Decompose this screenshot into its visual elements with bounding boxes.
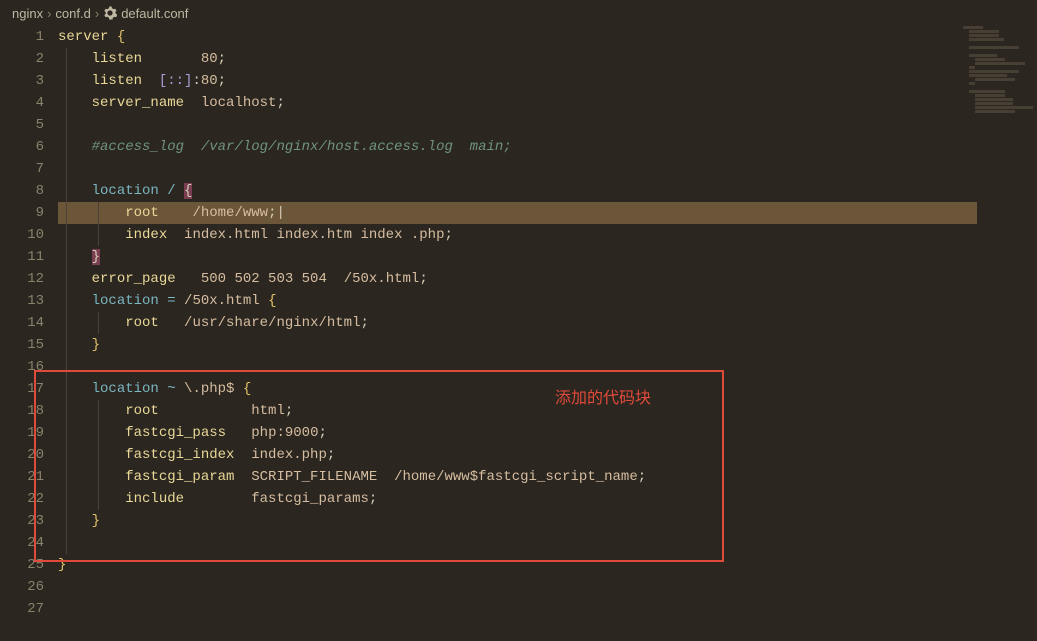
code-line[interactable] — [58, 114, 977, 136]
code-line[interactable]: error_page 500 502 503 504 /50x.html; — [58, 268, 977, 290]
line-number[interactable]: 15 — [0, 334, 44, 356]
code-line[interactable] — [58, 576, 977, 598]
code-line[interactable]: } — [58, 334, 977, 356]
code-line[interactable]: location = /50x.html { — [58, 290, 977, 312]
breadcrumb-seg-2[interactable]: conf.d — [55, 6, 90, 21]
code-line[interactable]: } — [58, 554, 977, 576]
code-line[interactable]: server_name localhost; — [58, 92, 977, 114]
line-number[interactable]: 13 — [0, 290, 44, 312]
code-line[interactable]: include fastcgi_params; — [58, 488, 977, 510]
line-number[interactable]: 12 — [0, 268, 44, 290]
code-line[interactable]: fastcgi_index index.php; — [58, 444, 977, 466]
code-line[interactable]: fastcgi_param SCRIPT_FILENAME /home/www$… — [58, 466, 977, 488]
chevron-right-icon: › — [47, 6, 51, 21]
line-number[interactable]: 19 — [0, 422, 44, 444]
code-line[interactable]: root html; — [58, 400, 977, 422]
line-number[interactable]: 16 — [0, 356, 44, 378]
code-line[interactable]: fastcgi_pass php:9000; — [58, 422, 977, 444]
code-line[interactable] — [58, 532, 977, 554]
minimap[interactable] — [957, 26, 1037, 116]
line-number[interactable]: 9 — [0, 202, 44, 224]
code-line[interactable] — [58, 598, 977, 620]
line-number[interactable]: 18 — [0, 400, 44, 422]
breadcrumb-seg-1[interactable]: nginx — [12, 6, 43, 21]
code-line[interactable]: } — [58, 510, 977, 532]
line-number[interactable]: 11 — [0, 246, 44, 268]
code-line[interactable]: } — [58, 246, 977, 268]
line-number[interactable]: 25 — [0, 554, 44, 576]
line-number[interactable]: 4 — [0, 92, 44, 114]
gear-icon — [103, 6, 117, 20]
code-line[interactable]: index index.html index.htm index .php; — [58, 224, 977, 246]
line-number[interactable]: 7 — [0, 158, 44, 180]
code-line[interactable]: root /home/www;| — [58, 202, 977, 224]
code-line[interactable]: listen 80; — [58, 48, 977, 70]
breadcrumb[interactable]: nginx › conf.d › default.conf — [0, 0, 1037, 26]
line-number[interactable]: 27 — [0, 598, 44, 620]
code-content[interactable]: server { listen 80; listen [::]:80; serv… — [58, 26, 1037, 641]
chevron-right-icon: › — [95, 6, 99, 21]
line-number[interactable]: 2 — [0, 48, 44, 70]
line-number[interactable]: 1 — [0, 26, 44, 48]
line-number[interactable]: 5 — [0, 114, 44, 136]
breadcrumb-seg-3[interactable]: default.conf — [121, 6, 188, 21]
line-number[interactable]: 8 — [0, 180, 44, 202]
line-number[interactable]: 22 — [0, 488, 44, 510]
line-number[interactable]: 3 — [0, 70, 44, 92]
line-number[interactable]: 10 — [0, 224, 44, 246]
line-number[interactable]: 21 — [0, 466, 44, 488]
line-number[interactable]: 24 — [0, 532, 44, 554]
editor-area[interactable]: 1234567891011121314151617181920212223242… — [0, 26, 1037, 641]
code-line[interactable] — [58, 158, 977, 180]
line-number[interactable]: 23 — [0, 510, 44, 532]
line-number[interactable]: 17 — [0, 378, 44, 400]
code-line[interactable] — [58, 356, 977, 378]
code-line[interactable]: location / { — [58, 180, 977, 202]
line-number[interactable]: 6 — [0, 136, 44, 158]
line-number[interactable]: 14 — [0, 312, 44, 334]
line-number[interactable]: 20 — [0, 444, 44, 466]
code-line[interactable]: location ~ \.php$ { — [58, 378, 977, 400]
code-line[interactable]: listen [::]:80; — [58, 70, 977, 92]
line-number-gutter[interactable]: 1234567891011121314151617181920212223242… — [0, 26, 58, 641]
code-line[interactable]: #access_log /var/log/nginx/host.access.l… — [58, 136, 977, 158]
line-number[interactable]: 26 — [0, 576, 44, 598]
code-line[interactable]: server { — [58, 26, 977, 48]
code-line[interactable]: root /usr/share/nginx/html; — [58, 312, 977, 334]
